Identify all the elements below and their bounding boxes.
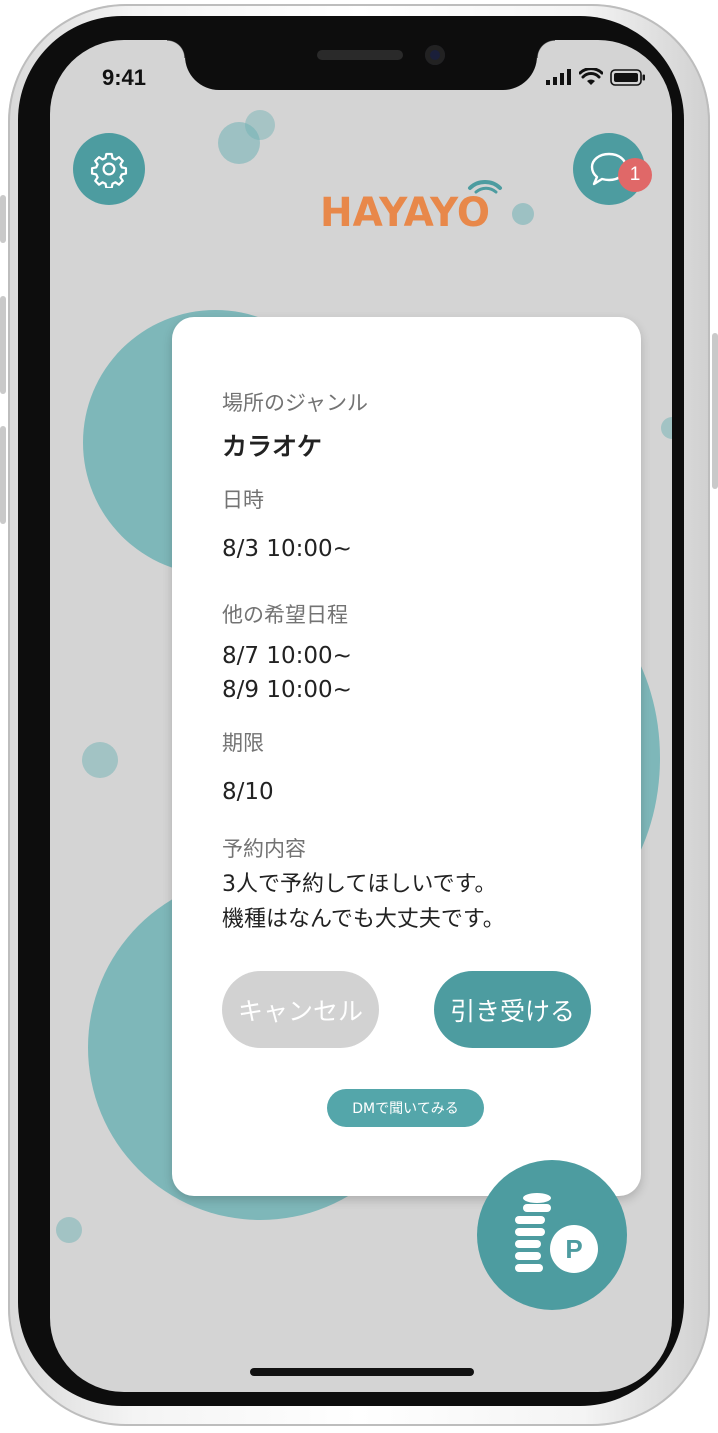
background-bubble (82, 742, 118, 778)
points-letter: P (565, 1234, 582, 1264)
deadline-value: 8/10 (222, 779, 274, 805)
home-indicator (250, 1368, 474, 1376)
gear-icon (90, 152, 128, 188)
accept-button[interactable]: 引き受ける (434, 971, 591, 1048)
battery-icon (610, 68, 645, 86)
details-label: 予約内容 (222, 837, 306, 861)
alt-date-1: 8/7 10:00~ (222, 643, 352, 669)
notification-badge: 1 (618, 158, 652, 192)
power-button (712, 333, 718, 489)
dm-button[interactable]: DMで聞いてみる (327, 1089, 484, 1127)
datetime-value: 8/3 10:00~ (222, 536, 352, 562)
background-bubble (661, 417, 672, 439)
background-bubble (56, 1217, 82, 1243)
wifi-icon (579, 68, 603, 85)
front-camera (425, 45, 445, 65)
hayayo-logo: HAYAYO (320, 180, 502, 236)
settings-button[interactable] (73, 133, 145, 205)
status-icons (546, 68, 646, 86)
alt-date-2: 8/9 10:00~ (222, 677, 352, 703)
datetime-label: 日時 (222, 488, 264, 512)
deadline-label: 期限 (222, 731, 264, 755)
alt-dates-label: 他の希望日程 (222, 603, 348, 627)
speaker-grille (317, 50, 403, 60)
cellular-signal-icon (546, 69, 571, 85)
coins-icon: P (515, 1193, 604, 1279)
status-time: 9:41 (102, 65, 147, 90)
volume-down-button (0, 426, 6, 524)
app-screen: 9:41 HAYAYO 1 場所のジャンル カラオケ 日時 8/3 10:00~… (50, 40, 672, 1392)
volume-up-button (0, 296, 6, 394)
notch (167, 40, 555, 90)
genre-value: カラオケ (222, 432, 323, 461)
details-line-2: 機種はなんでも大丈夫です。 (222, 907, 505, 932)
mute-switch (0, 195, 6, 243)
svg-text:HAYAYO: HAYAYO (320, 190, 490, 236)
request-detail-card: 場所のジャンル カラオケ 日時 8/3 10:00~ 他の希望日程 8/7 10… (172, 317, 641, 1196)
genre-label: 場所のジャンル (222, 391, 368, 415)
background-bubble (512, 203, 534, 225)
details-line-1: 3人で予約してほしいです。 (222, 872, 497, 897)
cancel-button[interactable]: キャンセル (222, 971, 379, 1048)
background-bubble (245, 110, 275, 140)
points-button[interactable]: P (477, 1160, 627, 1310)
